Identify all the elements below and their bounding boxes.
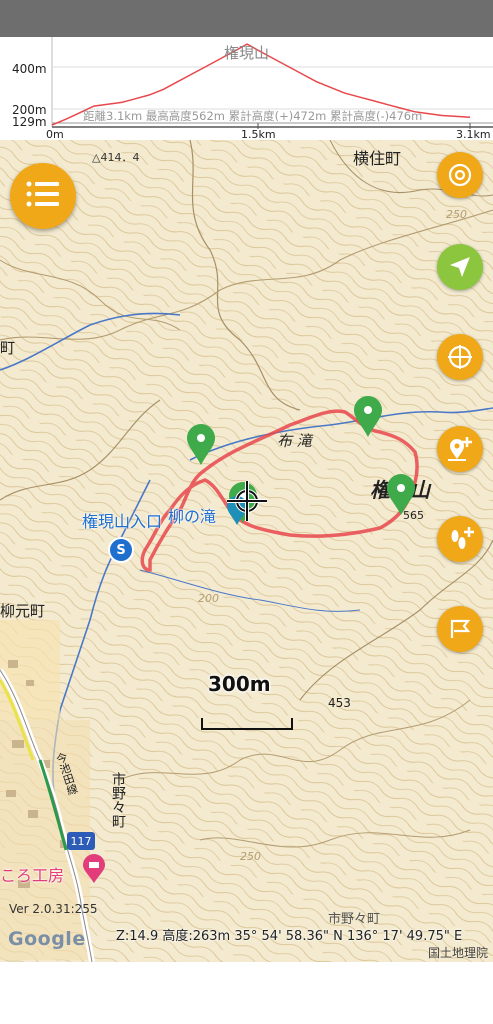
spiral-icon <box>446 161 474 189</box>
label-yanagi-no-taki: 柳の滝 <box>168 507 217 526</box>
x-label-1-5km: 1.5km <box>241 128 276 140</box>
label-kokudo: 国土地理院 <box>428 946 489 960</box>
add-marker-button[interactable] <box>437 426 483 472</box>
profile-peak-label: 権現山 <box>224 44 269 62</box>
waypoint-marker[interactable] <box>186 424 216 470</box>
waypoint-marker[interactable] <box>353 396 383 442</box>
label-nunotaki: 布 滝 <box>277 432 312 450</box>
label-version: Ver 2.0.31:255 <box>9 902 98 916</box>
label-contour-200: 200 <box>198 592 219 605</box>
coordinates-readout: Z:14.9 高度:263m 35° 54' 58.36" N 136° 17'… <box>116 929 463 944</box>
status-bar <box>0 0 493 37</box>
profile-stats: 距離3.1km 最高高度562m 累計高度(+)472m 累計高度(-)476m <box>83 109 422 123</box>
x-label-0: 0m <box>46 128 64 140</box>
add-pin-icon <box>445 434 475 464</box>
crosshair-icon <box>227 481 267 521</box>
flag-button[interactable] <box>437 606 483 652</box>
add-footprint-icon <box>445 524 475 554</box>
elevation-profile[interactable]: 権現山 400m 200m 129m 距離3.1km 最高高度562m 累計高度… <box>0 37 493 140</box>
waypoint-marker[interactable] <box>386 474 416 520</box>
scale-bar-label: 300m <box>208 672 271 696</box>
x-label-3-1km: 3.1km <box>456 128 491 140</box>
road-117-label: 117 <box>70 834 92 848</box>
label-yokozumi: 横住町 <box>353 149 402 168</box>
google-logo: Google <box>8 928 86 950</box>
label-ichinono: 市野々町 <box>110 772 126 828</box>
menu-button[interactable] <box>10 163 76 229</box>
label-lodge: ころ工房 <box>0 866 65 885</box>
y-label-400: 400m <box>12 62 47 76</box>
record-button[interactable] <box>437 152 483 198</box>
add-footprint-button[interactable] <box>437 516 483 562</box>
navigation-arrow-icon <box>447 254 473 280</box>
target-icon <box>446 343 474 371</box>
label-elevation-414: △414．4 <box>92 151 140 164</box>
topo-map[interactable]: △414．4 横住町 布 滝 権現山 565 権現山入口 柳の滝 柳元町 町 2… <box>0 140 493 962</box>
bottom-area <box>0 962 493 1024</box>
locate-button[interactable] <box>437 244 483 290</box>
label-left-edge: 町 <box>0 339 16 357</box>
lodge-pin-icon[interactable] <box>82 854 106 884</box>
label-elevation-453: 453 <box>328 696 351 710</box>
compass-button[interactable] <box>437 334 483 380</box>
label-yanagimoto: 柳元町 <box>0 602 46 620</box>
y-label-129: 129m <box>12 115 47 129</box>
flag-icon <box>447 616 473 642</box>
label-contour-250b: 250 <box>240 850 261 863</box>
label-contour-250: 250 <box>446 208 467 221</box>
road-117-shield: 117 <box>67 832 95 850</box>
start-marker-icon[interactable]: S <box>108 537 134 563</box>
label-trailhead: 権現山入口 <box>82 512 163 531</box>
menu-icon <box>26 180 60 212</box>
